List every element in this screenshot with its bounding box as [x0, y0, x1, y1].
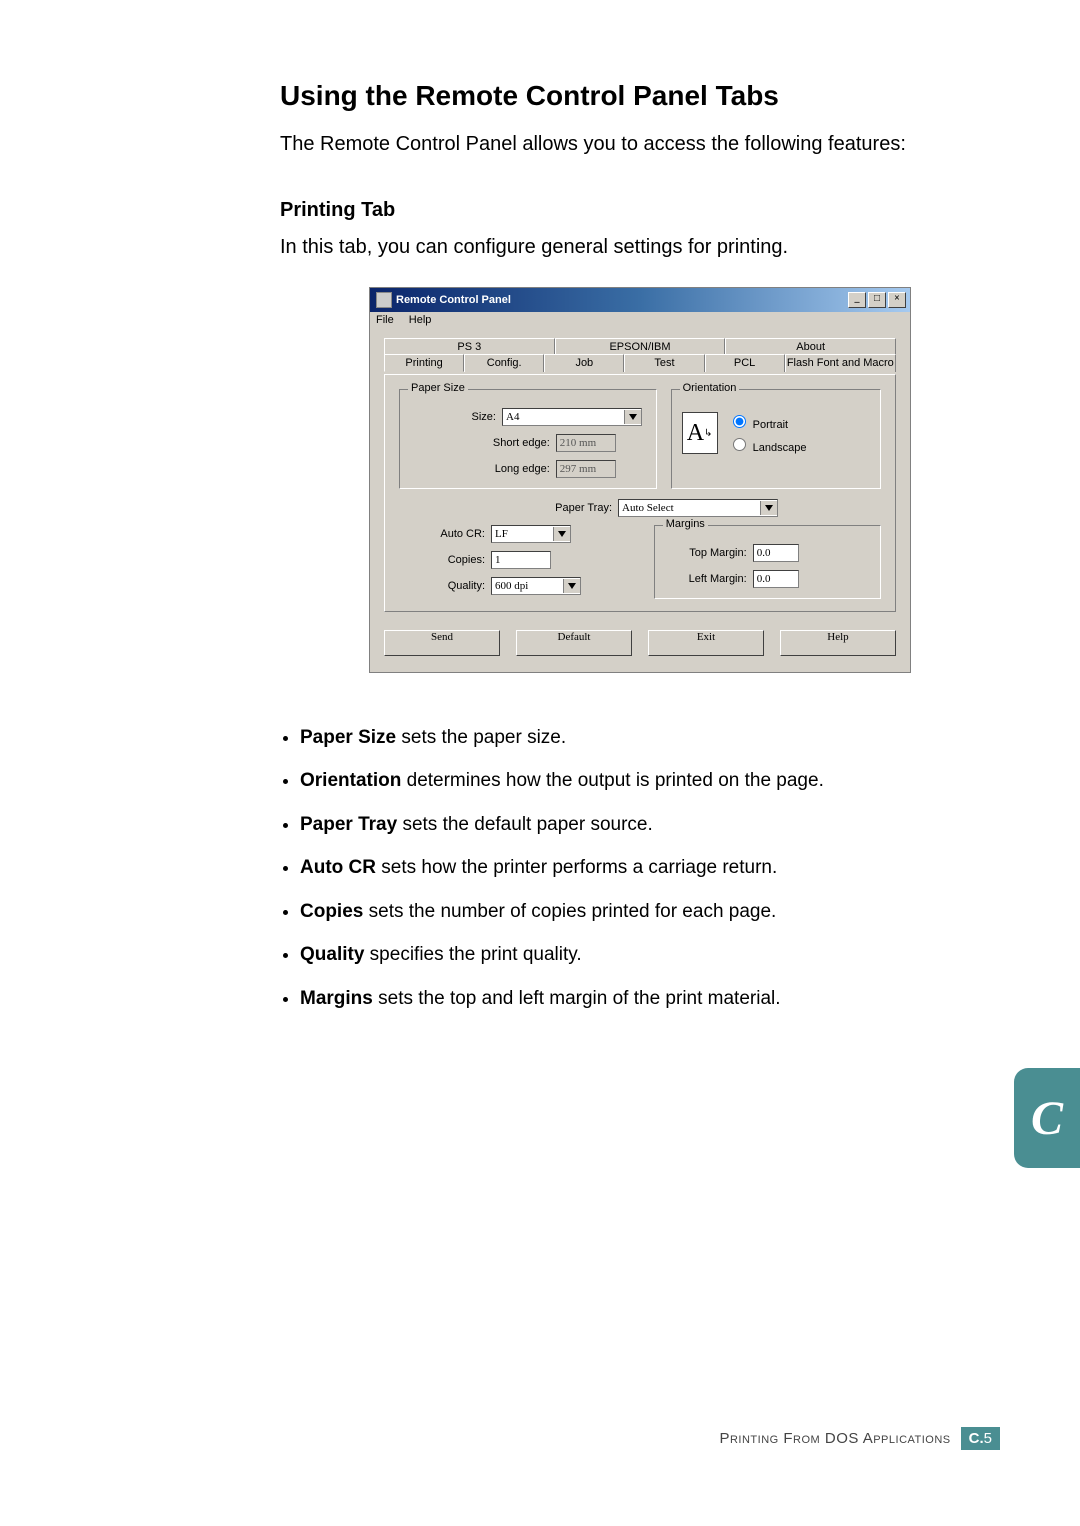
- paper-tray-label: Paper Tray:: [502, 502, 618, 514]
- chevron-down-icon: [760, 501, 777, 515]
- size-label: Size:: [410, 411, 502, 423]
- group-paper-size: Paper Size Size: A4 Short edge: 210 mm: [399, 389, 657, 489]
- paper-tray-value: Auto Select: [622, 502, 760, 514]
- paper-tray-combo[interactable]: Auto Select: [618, 499, 778, 517]
- auto-cr-label: Auto CR:: [399, 528, 491, 540]
- window-close-button[interactable]: ×: [888, 292, 906, 308]
- page-number-badge: C.5: [961, 1427, 1000, 1450]
- long-edge-value: 297 mm: [556, 460, 616, 478]
- radio-landscape-label: Landscape: [753, 442, 807, 454]
- tab-pcl[interactable]: PCL: [705, 354, 785, 372]
- tab-flash-font-macro[interactable]: Flash Font and Macro: [785, 354, 896, 372]
- chevron-down-icon: [553, 527, 570, 541]
- tab-test[interactable]: Test: [624, 354, 704, 372]
- left-margin-label: Left Margin:: [665, 573, 753, 585]
- top-margin-label: Top Margin:: [665, 547, 753, 559]
- section-desc: In this tab, you can configure general s…: [280, 236, 1000, 259]
- radio-portrait[interactable]: Portrait: [728, 412, 807, 431]
- group-margins-legend: Margins: [663, 518, 708, 530]
- quality-combo[interactable]: 600 dpi: [491, 577, 581, 595]
- group-orientation-legend: Orientation: [680, 382, 740, 394]
- chevron-down-icon: [624, 410, 641, 424]
- tab-config[interactable]: Config.: [464, 354, 544, 372]
- list-item: Quality specifies the print quality.: [300, 940, 1000, 969]
- group-paper-size-legend: Paper Size: [408, 382, 468, 394]
- size-combo[interactable]: A4: [502, 408, 642, 426]
- list-item: Auto CR sets how the printer performs a …: [300, 853, 1000, 882]
- top-margin-input[interactable]: 0.0: [753, 544, 799, 562]
- left-margin-input[interactable]: 0.0: [753, 570, 799, 588]
- chapter-tab: C: [1014, 1068, 1080, 1168]
- page-footer: Printing From DOS Applications C.5: [280, 1427, 1000, 1450]
- size-value: A4: [506, 411, 624, 423]
- group-margins: Margins Top Margin: 0.0 Left Margin: 0.0: [654, 525, 881, 599]
- orientation-preview-icon: A↳: [682, 412, 718, 454]
- radio-portrait-input[interactable]: [733, 415, 746, 428]
- copies-label: Copies:: [399, 554, 491, 566]
- footer-section: Printing From DOS Applications: [719, 1430, 950, 1447]
- copies-input[interactable]: 1: [491, 551, 551, 569]
- short-edge-label: Short edge:: [440, 437, 556, 449]
- tabs: PS 3 EPSON/IBM About Printing Config. Jo…: [384, 338, 896, 372]
- list-item: Paper Tray sets the default paper source…: [300, 810, 1000, 839]
- radio-landscape[interactable]: Landscape: [728, 435, 807, 454]
- list-item: Paper Size sets the paper size.: [300, 723, 1000, 752]
- help-button[interactable]: Help: [780, 630, 896, 656]
- tab-page-printing: Paper Size Size: A4 Short edge: 210 mm: [384, 374, 896, 612]
- section-title: Printing Tab: [280, 199, 1000, 222]
- group-orientation: Orientation A↳ Portrait Landscape: [671, 389, 881, 489]
- window-titlebar: Remote Control Panel _ □ ×: [370, 288, 910, 312]
- long-edge-label: Long edge:: [440, 463, 556, 475]
- send-button[interactable]: Send: [384, 630, 500, 656]
- tab-job[interactable]: Job: [544, 354, 624, 372]
- auto-cr-value: LF: [495, 528, 553, 540]
- list-item: Copies sets the number of copies printed…: [300, 897, 1000, 926]
- menu-file[interactable]: File: [376, 314, 394, 326]
- app-icon: [376, 292, 392, 308]
- tab-printing[interactable]: Printing: [384, 354, 464, 372]
- page-heading: Using the Remote Control Panel Tabs: [280, 80, 1000, 112]
- window-maximize-button[interactable]: □: [868, 292, 886, 308]
- menu-help[interactable]: Help: [409, 314, 432, 326]
- intro-text: The Remote Control Panel allows you to a…: [280, 130, 1000, 159]
- auto-cr-combo[interactable]: LF: [491, 525, 571, 543]
- quality-value: 600 dpi: [495, 580, 563, 592]
- list-item: Margins sets the top and left margin of …: [300, 984, 1000, 1013]
- quality-label: Quality:: [399, 580, 491, 592]
- exit-button[interactable]: Exit: [648, 630, 764, 656]
- chevron-down-icon: [563, 579, 580, 593]
- radio-landscape-input[interactable]: [733, 438, 746, 451]
- menubar: File Help: [370, 312, 910, 328]
- window-minimize-button[interactable]: _: [848, 292, 866, 308]
- window-title: Remote Control Panel: [396, 294, 511, 306]
- feature-list: Paper Size sets the paper size. Orientat…: [280, 723, 1000, 1013]
- remote-control-panel-dialog: Remote Control Panel _ □ × File Help PS …: [369, 287, 911, 673]
- radio-portrait-label: Portrait: [753, 419, 788, 431]
- list-item: Orientation determines how the output is…: [300, 766, 1000, 795]
- default-button[interactable]: Default: [516, 630, 632, 656]
- short-edge-value: 210 mm: [556, 434, 616, 452]
